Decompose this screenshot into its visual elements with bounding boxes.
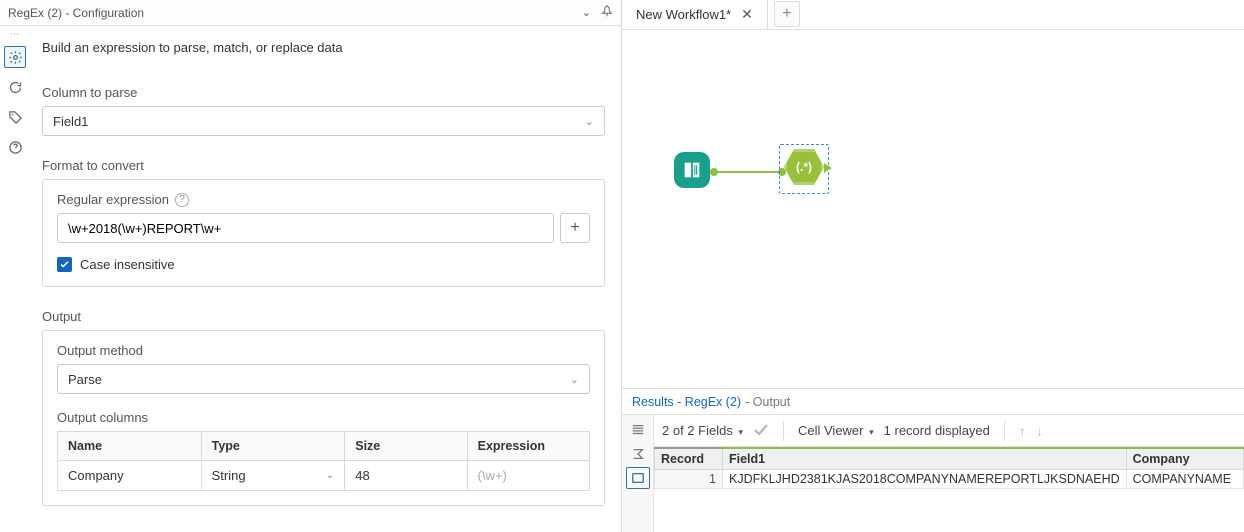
cell-type[interactable]: String ⌄ [201, 461, 345, 491]
chevron-down-icon: ⌄ [326, 470, 334, 481]
regex-label: Regular expression [57, 192, 169, 207]
arrow-up-icon[interactable]: ↑ [1019, 423, 1026, 439]
records-displayed-label: 1 record displayed [884, 423, 990, 438]
cell-record: 1 [655, 470, 723, 489]
help-tab-icon[interactable] [4, 136, 26, 158]
chevron-down-icon: ⌄ [585, 115, 594, 128]
config-title: RegEx (2) - Configuration [8, 6, 144, 20]
pin-icon[interactable] [601, 5, 613, 20]
workflow-tabstrip: New Workflow1* ✕ + [622, 0, 1244, 30]
format-group: Regular expression ? + Case insensitive [42, 179, 605, 287]
output-method-dropdown[interactable]: Parse ⌄ [57, 364, 590, 394]
format-to-convert-label: Format to convert [42, 158, 605, 173]
apply-icon[interactable] [753, 421, 769, 440]
case-insensitive-label: Case insensitive [80, 257, 175, 272]
results-titlebar: Results - RegEx (2) - Output [622, 389, 1244, 415]
cell-size[interactable]: 48 [345, 461, 467, 491]
case-insensitive-checkbox[interactable] [57, 257, 72, 272]
cell-field1: KJDFKLJHD2381KJAS2018COMPANYNAMEREPORTLJ… [723, 470, 1127, 489]
column-to-parse-dropdown[interactable]: Field1 ⌄ [42, 106, 605, 136]
arrow-down-icon[interactable]: ↓ [1036, 423, 1043, 439]
col-header-expression: Expression [467, 432, 589, 461]
output-label: Output [42, 309, 605, 324]
add-tab-button[interactable]: + [774, 1, 800, 27]
tag-tab-icon[interactable] [4, 106, 26, 128]
view-data-icon[interactable] [626, 467, 650, 489]
config-titlebar: RegEx (2) - Configuration ⌄ [0, 0, 621, 26]
collapse-chevron-icon[interactable]: ⌄ [582, 6, 591, 19]
cell-name[interactable]: Company [58, 461, 202, 491]
regex-input[interactable] [57, 213, 554, 243]
view-list-icon[interactable] [626, 419, 650, 441]
col-header-company[interactable]: Company [1126, 448, 1243, 470]
output-anchor-icon[interactable] [824, 163, 832, 173]
fields-dropdown[interactable]: 2 of 2 Fields ▾ [662, 423, 743, 438]
workflow-tab[interactable]: New Workflow1* ✕ [622, 0, 768, 29]
right-panel: New Workflow1* ✕ + (.*) [622, 0, 1244, 532]
col-header-record[interactable]: Record [655, 448, 723, 470]
table-row[interactable]: Company String ⌄ 48 (\w+) [58, 461, 590, 491]
chevron-down-icon: ⌄ [570, 373, 579, 386]
output-columns-table: Name Type Size Expression Company [57, 431, 590, 491]
col-header-type: Type [201, 432, 345, 461]
regex-tool-label: (.*) [796, 160, 812, 174]
intro-text: Build an expression to parse, match, or … [42, 40, 605, 55]
settings-tab-icon[interactable] [4, 46, 26, 68]
col-header-field1[interactable]: Field1 [723, 448, 1127, 470]
output-method-value: Parse [68, 372, 102, 387]
view-sigma-icon[interactable] [626, 443, 650, 465]
results-title-link[interactable]: Results - RegEx (2) [632, 395, 741, 409]
results-view-icons [622, 415, 654, 532]
cell-company: COMPANYNAME [1126, 470, 1243, 489]
results-toolbar: 2 of 2 Fields ▾ Cell Viewer ▾ 1 record d… [654, 415, 1244, 447]
config-sidebar: ⋯ [0, 26, 30, 532]
results-title-suffix: - Output [745, 395, 790, 409]
col-header-size: Size [345, 432, 467, 461]
tab-label: New Workflow1* [636, 7, 731, 22]
help-circle-icon[interactable]: ? [175, 193, 189, 207]
output-columns-label: Output columns [57, 410, 590, 425]
data-row[interactable]: 1 KJDFKLJHD2381KJAS2018COMPANYNAMEREPORT… [655, 470, 1244, 489]
config-content: Build an expression to parse, match, or … [30, 26, 621, 532]
input-tool-node[interactable] [674, 152, 710, 188]
regex-tool-node[interactable]: (.*) [779, 144, 829, 194]
output-method-label: Output method [57, 343, 590, 358]
config-panel: RegEx (2) - Configuration ⌄ ⋯ [0, 0, 622, 532]
workflow-canvas[interactable]: (.*) [622, 30, 1244, 388]
refresh-tab-icon[interactable] [4, 76, 26, 98]
output-group: Output method Parse ⌄ Output columns Nam… [42, 330, 605, 506]
results-table: Record Field1 Company 1 KJDFKLJHD2381KJA… [654, 447, 1244, 489]
cell-expression[interactable]: (\w+) [467, 461, 589, 491]
results-panel: Results - RegEx (2) - Output [622, 388, 1244, 532]
close-icon[interactable]: ✕ [741, 6, 753, 23]
column-to-parse-value: Field1 [53, 114, 88, 129]
cell-viewer-dropdown[interactable]: Cell Viewer ▾ [798, 423, 874, 438]
drag-dots-icon: ⋯ [10, 32, 21, 38]
col-header-name: Name [58, 432, 202, 461]
column-to-parse-label: Column to parse [42, 85, 605, 100]
regex-add-button[interactable]: + [560, 213, 590, 243]
connector [714, 171, 782, 173]
